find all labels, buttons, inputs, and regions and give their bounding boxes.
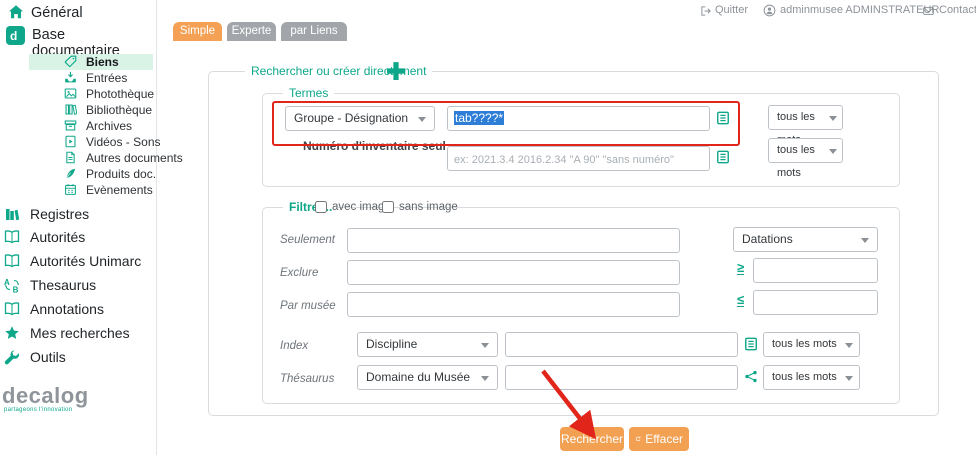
chevron-down-icon <box>829 149 837 154</box>
document-icon <box>64 151 77 164</box>
authority-list-icon[interactable] <box>716 110 730 126</box>
terms-input[interactable]: tab????* <box>447 106 710 131</box>
inbox-icon <box>64 71 77 84</box>
authority-list-icon[interactable] <box>744 336 758 352</box>
by-museum-label: Par musée <box>280 300 336 312</box>
inventory-number-label: Numéro d'inventaire seul <box>303 139 446 153</box>
sidebar-item-mes-recherches[interactable]: Mes recherches <box>0 321 156 345</box>
sidebar-item-annotations[interactable]: Annotations <box>0 297 156 321</box>
date-min-input[interactable] <box>753 258 878 283</box>
tab-par-liens[interactable]: par Liens <box>281 22 347 41</box>
application-window: Général d Base documentaire Biens Entrée… <box>0 0 976 455</box>
match-mode-select-2[interactable]: tous les mots <box>768 138 843 163</box>
hierarchy-share-icon[interactable] <box>744 369 758 384</box>
user-icon <box>763 4 776 17</box>
datations-select[interactable]: Datations <box>733 227 878 252</box>
by-museum-input[interactable] <box>347 292 680 317</box>
decalog-app-icon: d <box>6 26 25 45</box>
svg-text:d: d <box>10 29 17 43</box>
media-icon <box>64 135 77 148</box>
photo-icon <box>64 87 77 100</box>
sidebar-item-autres-documents[interactable]: Autres documents <box>29 150 153 166</box>
chevron-down-icon <box>861 238 869 243</box>
chevron-down-icon <box>829 116 837 121</box>
quitter-link[interactable]: Quitter <box>715 4 748 16</box>
decalog-tagline: partageons l'innovation <box>4 407 72 413</box>
index-field-select[interactable]: Discipline <box>357 332 498 357</box>
archive-icon <box>64 119 77 132</box>
books-stack-icon <box>4 206 20 222</box>
effacer-button[interactable]: Effacer <box>629 427 689 451</box>
filter-legend: Filtrer... <box>283 200 338 214</box>
sidebar-item-phototheque[interactable]: Photothèque <box>29 86 153 102</box>
chevron-down-icon <box>845 343 853 348</box>
wrench-icon <box>4 349 20 365</box>
only-input[interactable] <box>347 228 680 253</box>
mail-icon <box>922 5 935 17</box>
exclude-label: Exclure <box>280 267 318 279</box>
without-image-checkbox[interactable] <box>382 201 394 213</box>
home-icon <box>8 4 24 20</box>
tab-simple[interactable]: Simple <box>173 22 222 41</box>
sidebar-item-label: Général <box>31 5 83 21</box>
index-match-select[interactable]: tous les mots <box>763 332 860 357</box>
exclude-input[interactable] <box>347 260 680 285</box>
chevron-down-icon <box>481 376 489 381</box>
chevron-down-icon <box>418 117 426 122</box>
gte-symbol: ≥ <box>737 261 744 275</box>
index-label: Index <box>280 340 308 352</box>
sidebar-item-biens[interactable]: Biens <box>29 54 153 70</box>
sidebar-item-entrees[interactable]: Entrées <box>29 70 153 86</box>
sidebar-divider <box>156 0 157 455</box>
thesaurus-label: Thésaurus <box>280 373 334 385</box>
inventory-number-input[interactable] <box>447 146 710 171</box>
open-book-icon <box>4 253 20 269</box>
lte-symbol: ≤ <box>737 293 744 307</box>
without-image-label: sans image <box>399 201 458 213</box>
sidebar-item-autorites-unimarc[interactable]: Autorités Unimarc <box>0 249 156 273</box>
translate-icon <box>4 277 20 293</box>
selected-text: tab????* <box>454 111 504 125</box>
sidebar-item-bibliotheque[interactable]: Bibliothèque <box>29 102 153 118</box>
sidebar-item-produits-doc[interactable]: Produits doc. <box>29 166 153 182</box>
with-image-checkbox[interactable] <box>315 201 327 213</box>
books-icon <box>64 103 77 116</box>
refresh-icon <box>635 433 641 445</box>
sidebar-item-evenements[interactable]: Evènements <box>29 182 153 198</box>
thesaurus-input[interactable] <box>505 365 738 390</box>
sidebar-item-autorites[interactable]: Autorités <box>0 225 156 249</box>
sidebar-item-outils[interactable]: Outils <box>0 345 156 369</box>
sidebar-item-archives[interactable]: Archives <box>29 118 153 134</box>
tag-icon <box>64 55 77 68</box>
rechercher-button[interactable]: Rechercher <box>560 427 624 451</box>
date-max-input[interactable] <box>753 290 878 315</box>
only-label: Seulement <box>280 234 335 246</box>
thesaurus-match-select[interactable]: tous les mots <box>763 365 860 390</box>
star-icon <box>4 325 20 341</box>
sidebar-item-registres[interactable]: Registres <box>0 202 156 226</box>
contact-link[interactable]: Contact <box>939 4 976 16</box>
sidebar-item-thesaurus[interactable]: Thesaurus <box>0 273 156 297</box>
index-input[interactable] <box>505 332 738 357</box>
quill-icon <box>64 167 77 180</box>
create-plus-icon[interactable] <box>385 60 407 82</box>
calendar-icon <box>64 183 77 196</box>
tab-experte[interactable]: Experte <box>227 22 276 41</box>
open-book-icon <box>4 229 20 245</box>
match-mode-select-1[interactable]: tous les mots <box>768 105 843 130</box>
authority-list-icon[interactable] <box>716 149 730 165</box>
search-field-select[interactable]: Groupe - Désignation <box>285 106 435 131</box>
logout-icon <box>700 5 712 17</box>
termes-legend: Termes <box>283 86 334 100</box>
sidebar-item-videos-sons[interactable]: Vidéos - Sons <box>29 134 153 150</box>
decalog-logo: decalog <box>2 383 89 409</box>
chevron-down-icon <box>481 343 489 348</box>
thesaurus-field-select[interactable]: Domaine du Musée <box>357 365 498 390</box>
current-user-label[interactable]: adminmusee ADMINSTRATEUR <box>780 4 939 16</box>
chevron-down-icon <box>845 376 853 381</box>
open-book-icon <box>4 301 20 317</box>
